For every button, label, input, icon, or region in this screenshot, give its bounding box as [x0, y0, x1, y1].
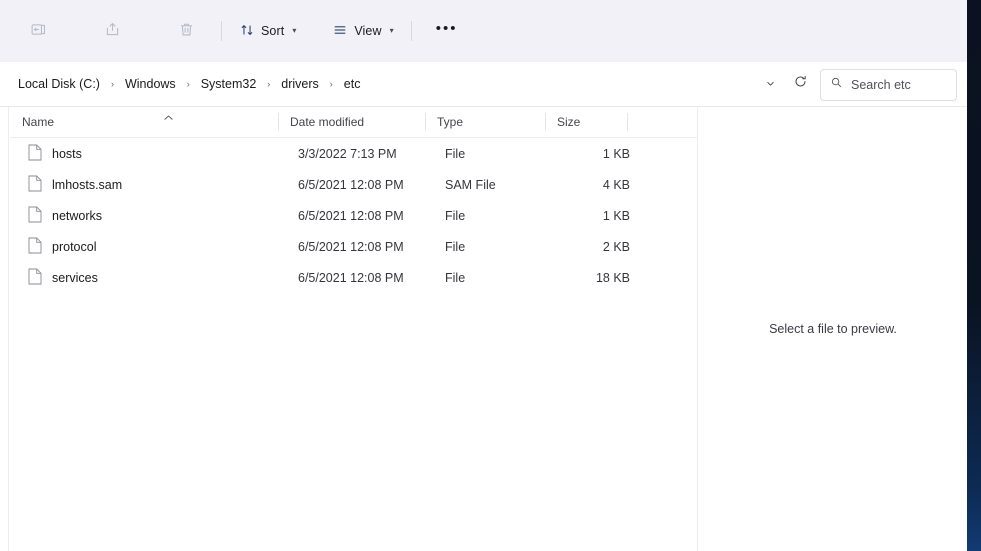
chevron-down-icon: ▾	[389, 26, 394, 35]
table-row[interactable]: networks 6/5/2021 12:08 PM File 1 KB	[10, 200, 697, 231]
breadcrumb-separator-icon: ›	[329, 79, 333, 89]
file-explorer-window: Sort ▾ View ▾ ••• Local Disk (C:) › Wind…	[0, 0, 967, 551]
file-type-cell: SAM File	[445, 177, 496, 192]
file-size-cell: 18 KB	[595, 270, 630, 285]
rename-icon	[30, 21, 47, 41]
file-name-cell: networks	[28, 200, 102, 231]
navigation-pane-rail[interactable]	[0, 107, 9, 551]
file-date-cell: 3/3/2022 7:13 PM	[298, 146, 397, 161]
column-header-size-label: Size	[557, 115, 581, 129]
file-type-cell: File	[445, 239, 466, 254]
table-row[interactable]: services 6/5/2021 12:08 PM File 18 KB	[10, 262, 697, 293]
breadcrumb[interactable]: Local Disk (C:) › Windows › System32 › d…	[8, 68, 803, 100]
breadcrumb-item-etc[interactable]: etc	[340, 74, 365, 94]
file-date-cell: 6/5/2021 12:08 PM	[298, 208, 404, 223]
preview-empty-message: Select a file to preview.	[769, 322, 897, 336]
sort-button[interactable]: Sort ▾	[231, 15, 304, 47]
ellipsis-icon: •••	[435, 20, 458, 37]
column-header-row: Name Date modified Type Size	[10, 107, 697, 138]
chevron-down-icon: ▾	[292, 26, 297, 35]
share-button[interactable]	[86, 15, 138, 47]
see-more-button[interactable]: •••	[421, 15, 473, 47]
file-name: protocol	[52, 239, 97, 254]
breadcrumb-separator-icon: ›	[186, 79, 190, 89]
column-divider	[545, 113, 546, 131]
file-type-cell: File	[445, 146, 466, 161]
file-name: hosts	[52, 146, 82, 161]
file-date-cell: 6/5/2021 12:08 PM	[298, 239, 404, 254]
file-icon	[28, 237, 42, 257]
file-name: lmhosts.sam	[52, 177, 123, 192]
address-dropdown-button[interactable]	[755, 68, 785, 100]
file-size-cell: 1 KB	[602, 146, 630, 161]
file-name-cell: protocol	[28, 231, 96, 262]
file-icon	[28, 206, 42, 226]
file-name-cell: lmhosts.sam	[28, 169, 122, 200]
breadcrumb-item-windows[interactable]: Windows	[121, 74, 180, 94]
search-box[interactable]	[820, 69, 957, 101]
sort-label: Sort	[261, 24, 285, 38]
view-label: View	[354, 24, 382, 38]
file-size-cell: 2 KB	[602, 239, 630, 254]
file-list-pane: Name Date modified Type Size hosts 3/3/2…	[10, 107, 698, 551]
file-list: hosts 3/3/2022 7:13 PM File 1 KB lmhosts…	[10, 138, 697, 293]
breadcrumb-item-local-disk[interactable]: Local Disk (C:)	[14, 74, 104, 94]
search-input[interactable]	[851, 78, 946, 92]
refresh-icon	[793, 74, 808, 94]
breadcrumb-item-system32[interactable]: System32	[197, 74, 261, 94]
file-size-cell: 4 KB	[602, 177, 630, 192]
column-header-name-label: Name	[22, 115, 55, 129]
sort-ascending-icon	[163, 114, 174, 124]
chevron-down-icon	[764, 77, 777, 92]
column-header-type-label: Type	[437, 115, 464, 129]
file-name-cell: hosts	[28, 138, 82, 169]
column-divider	[425, 113, 426, 131]
table-row[interactable]: lmhosts.sam 6/5/2021 12:08 PM SAM File 4…	[10, 169, 697, 200]
column-header-date-modified[interactable]: Date modified	[278, 107, 425, 137]
file-name-cell: services	[28, 262, 98, 293]
delete-button[interactable]	[160, 15, 212, 47]
file-date-cell: 6/5/2021 12:08 PM	[298, 177, 404, 192]
file-icon	[28, 175, 42, 195]
toolbar-divider-1	[221, 21, 222, 41]
file-icon	[28, 268, 42, 288]
file-name: networks	[52, 208, 103, 223]
rename-button[interactable]	[12, 15, 64, 47]
view-button[interactable]: View ▾	[324, 15, 401, 47]
breadcrumb-separator-icon: ›	[110, 79, 114, 89]
file-date-cell: 6/5/2021 12:08 PM	[298, 270, 404, 285]
breadcrumb-separator-icon: ›	[267, 79, 271, 89]
command-toolbar: Sort ▾ View ▾ •••	[0, 0, 967, 62]
refresh-button[interactable]	[785, 68, 815, 100]
preview-pane: Select a file to preview.	[699, 107, 967, 551]
table-row[interactable]: hosts 3/3/2022 7:13 PM File 1 KB	[10, 138, 697, 169]
sort-icon	[239, 22, 255, 41]
desktop-background-strip	[967, 0, 981, 551]
file-icon	[28, 144, 42, 164]
breadcrumb-item-drivers[interactable]: drivers	[277, 74, 323, 94]
column-header-date-modified-label: Date modified	[290, 115, 365, 129]
column-header-name[interactable]: Name	[10, 107, 278, 137]
column-divider	[278, 113, 279, 131]
column-divider	[627, 113, 628, 131]
file-name: services	[52, 270, 98, 285]
trash-icon	[178, 21, 195, 41]
column-header-size[interactable]: Size	[545, 107, 627, 137]
file-size-cell: 1 KB	[602, 208, 630, 223]
file-type-cell: File	[445, 270, 466, 285]
file-type-cell: File	[445, 208, 466, 223]
toolbar-divider-2	[410, 21, 412, 41]
table-row[interactable]: protocol 6/5/2021 12:08 PM File 2 KB	[10, 231, 697, 262]
search-icon	[830, 76, 843, 94]
share-icon	[104, 21, 121, 41]
view-icon	[332, 22, 348, 41]
column-header-type[interactable]: Type	[425, 107, 545, 137]
